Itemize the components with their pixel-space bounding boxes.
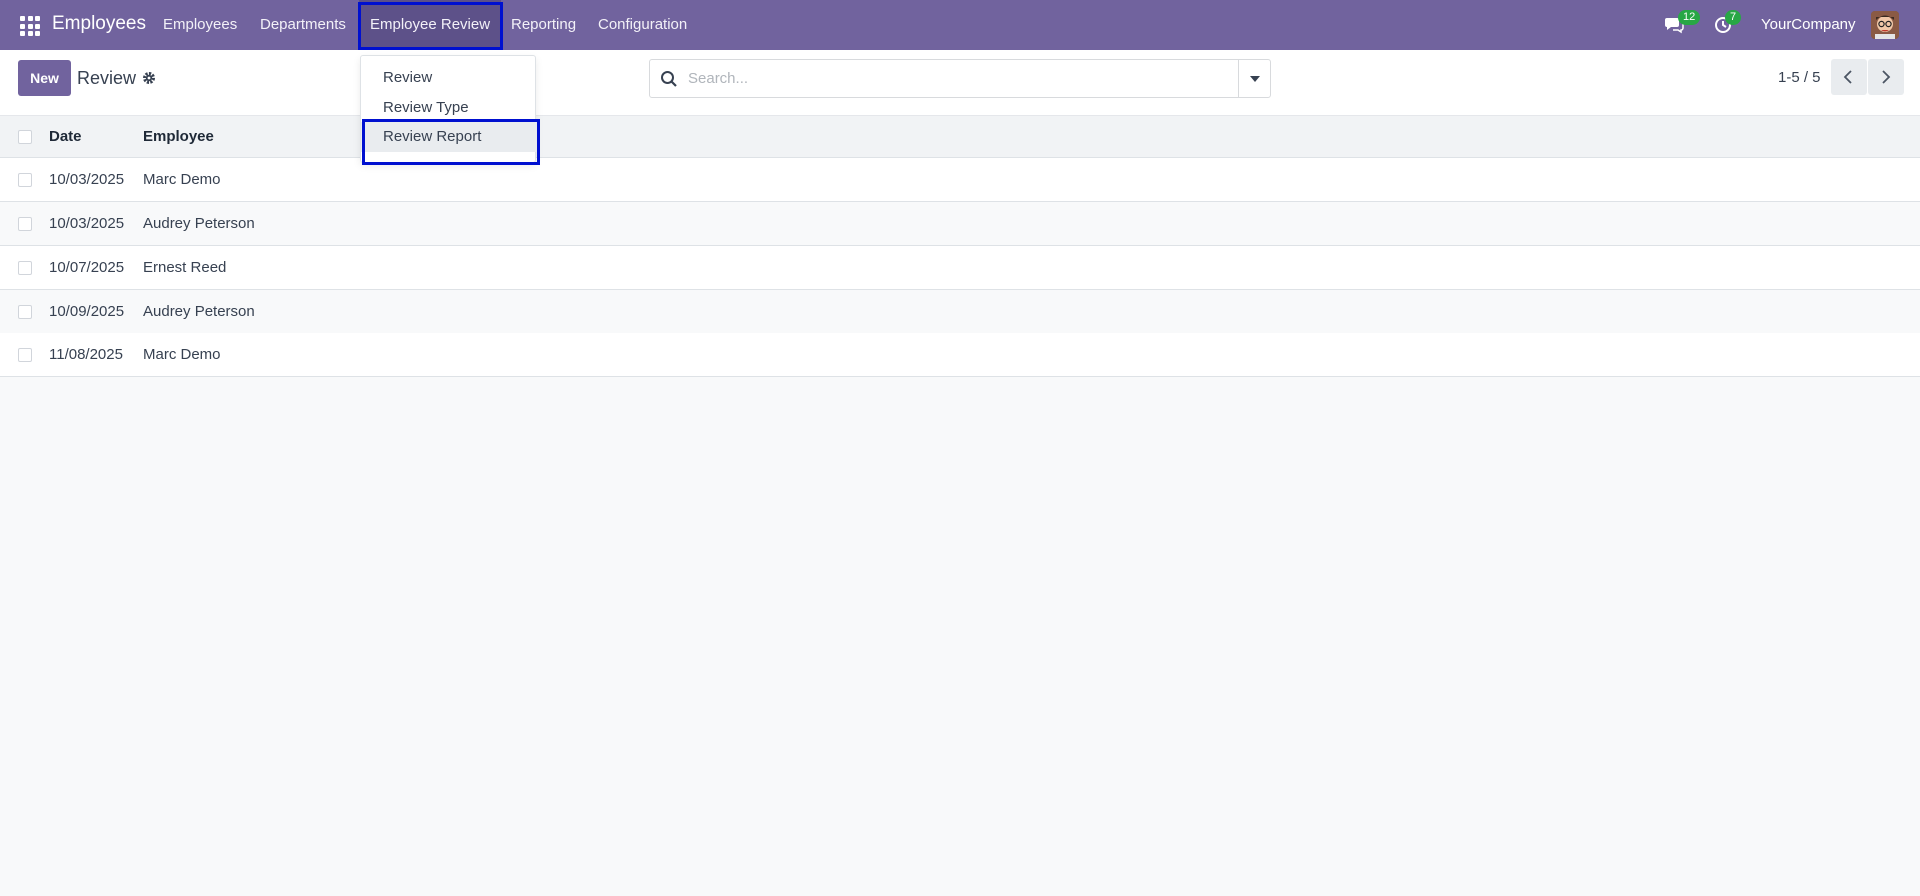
column-header-employee[interactable]: Employee — [143, 128, 214, 145]
user-avatar[interactable] — [1871, 11, 1899, 39]
messages-count-badge: 12 — [1678, 10, 1701, 25]
chat-button[interactable]: 12 — [1664, 10, 1701, 36]
dropdown-item-review[interactable]: Review — [361, 63, 537, 93]
row-employee: Audrey Peterson — [143, 215, 255, 232]
column-header-date[interactable]: Date — [49, 128, 82, 145]
row-checkbox[interactable] — [18, 173, 32, 187]
row-employee: Marc Demo — [143, 171, 221, 188]
pager-next-button[interactable] — [1868, 59, 1904, 95]
row-checkbox[interactable] — [18, 261, 32, 275]
table-row[interactable]: 11/08/2025 Marc Demo — [0, 333, 1920, 377]
menu-employees[interactable]: Employees — [152, 0, 248, 50]
row-checkbox[interactable] — [18, 217, 32, 231]
menu-reporting[interactable]: Reporting — [500, 0, 587, 50]
search-options-toggle[interactable] — [1238, 60, 1270, 97]
table-row[interactable]: 10/07/2025 Ernest Reed — [0, 246, 1920, 290]
row-date: 10/07/2025 — [49, 259, 125, 276]
row-employee: Audrey Peterson — [143, 303, 255, 320]
table-row[interactable]: 10/03/2025 Audrey Peterson — [0, 202, 1920, 246]
menu-departments[interactable]: Departments — [249, 0, 357, 50]
top-navbar: Employees Employees Departments Employee… — [0, 0, 1920, 50]
activities-count-badge: 7 — [1725, 10, 1742, 25]
row-checkbox[interactable] — [18, 348, 32, 362]
employee-review-dropdown: Review Review Type Review Report — [360, 55, 537, 163]
row-date: 11/08/2025 — [49, 346, 123, 363]
row-date: 10/03/2025 — [49, 171, 125, 188]
company-switcher[interactable]: YourCompany — [1761, 16, 1856, 33]
new-button[interactable]: New — [18, 60, 71, 96]
menu-configuration[interactable]: Configuration — [587, 0, 698, 50]
control-panel: New Review 1-5 / 5 — [0, 50, 1920, 116]
search-input[interactable] — [688, 60, 1228, 97]
search-bar — [649, 59, 1271, 98]
dropdown-item-review-type[interactable]: Review Type — [361, 93, 537, 123]
list-header: Date Employee — [0, 116, 1920, 158]
chevron-left-icon — [1843, 70, 1852, 84]
select-all-checkbox[interactable] — [18, 130, 32, 144]
app-brand[interactable]: Employees — [52, 13, 146, 35]
table-row[interactable]: 10/03/2025 Marc Demo — [0, 158, 1920, 202]
row-checkbox[interactable] — [18, 305, 32, 319]
pager-value[interactable]: 1-5 / 5 — [1778, 69, 1821, 86]
page-title: Review — [77, 68, 137, 88]
row-employee: Marc Demo — [143, 346, 221, 363]
apps-grid-icon[interactable] — [18, 14, 40, 36]
search-icon — [661, 71, 677, 87]
table-row[interactable]: 10/09/2025 Audrey Peterson — [0, 290, 1920, 334]
row-employee: Ernest Reed — [143, 259, 227, 276]
activity-button[interactable]: 7 — [1713, 10, 1742, 36]
dropdown-item-review-report[interactable]: Review Report — [361, 122, 537, 152]
gear-icon[interactable] — [141, 70, 157, 86]
pager-previous-button[interactable] — [1831, 59, 1867, 95]
chevron-right-icon — [1882, 70, 1891, 84]
row-date: 10/09/2025 — [49, 303, 125, 320]
row-date: 10/03/2025 — [49, 215, 125, 232]
menu-employee-review[interactable]: Employee Review — [359, 0, 502, 50]
